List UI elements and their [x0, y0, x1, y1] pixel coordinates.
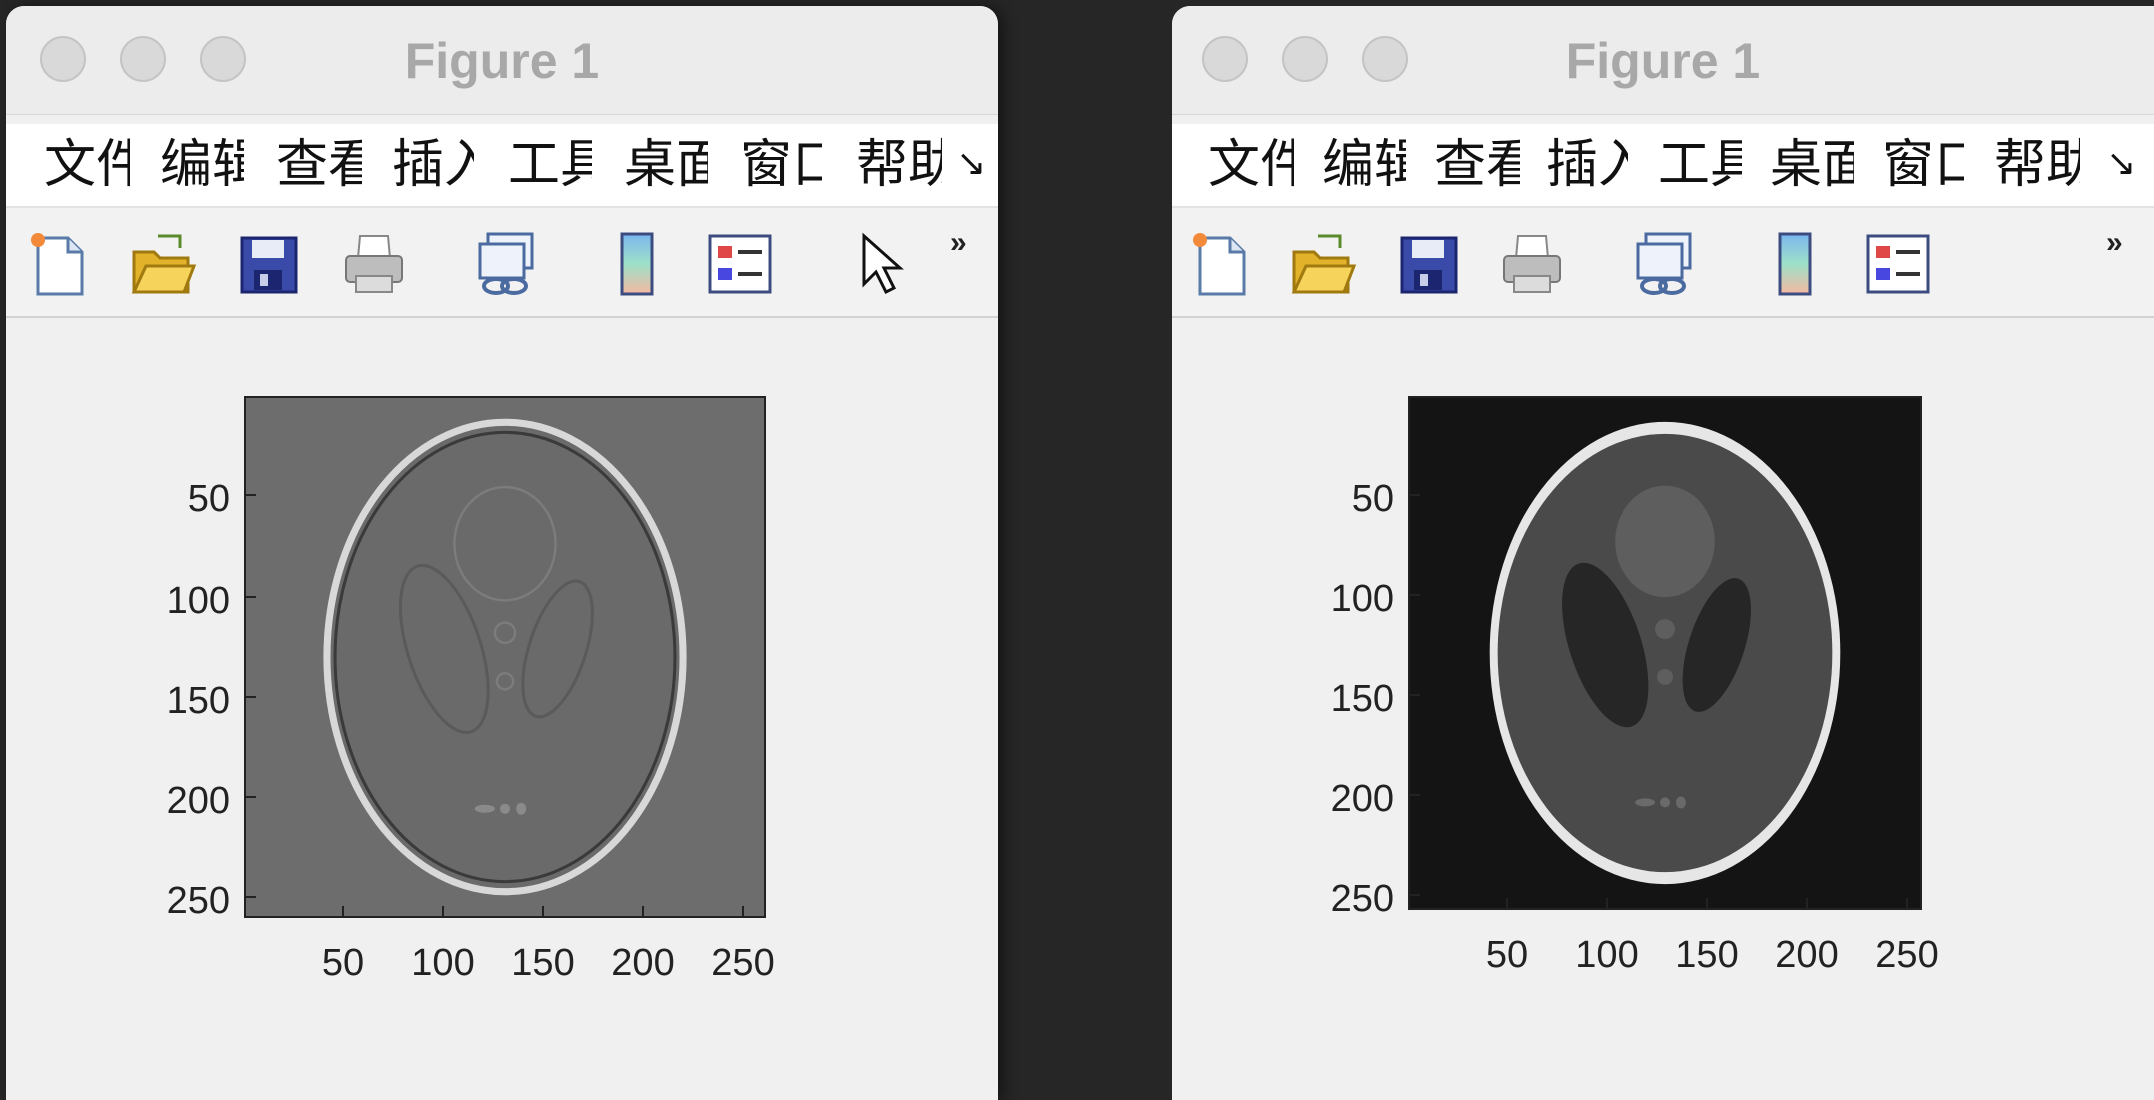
y-tick-mark	[244, 596, 256, 598]
y-tick-label: 50	[1351, 478, 1394, 520]
y-tick-label: 100	[1330, 578, 1394, 620]
image-plot-area[interactable]	[1408, 396, 1922, 910]
image-axes: 50 100 150 200 250 50 100 150 200 250	[6, 6, 998, 1100]
y-tick-label: 200	[1330, 778, 1394, 820]
y-tick-mark	[1408, 494, 1420, 496]
y-tick-mark	[244, 796, 256, 798]
x-tick-label: 100	[1575, 934, 1639, 976]
x-tick-label: 150	[1675, 934, 1739, 976]
figure-window-right: Figure 1 文件 编辑 查看 插入 工具 桌面 窗口 帮助 ↘ » 50 …	[1172, 6, 2154, 1100]
x-tick-label: 50	[1485, 934, 1529, 976]
y-tick-label: 150	[1330, 678, 1394, 720]
y-tick-label: 100	[166, 580, 230, 622]
x-tick-label: 100	[411, 942, 475, 984]
y-tick-mark	[244, 494, 256, 496]
y-tick-mark	[1408, 794, 1420, 796]
y-tick-label: 200	[166, 780, 230, 822]
y-tick-mark	[244, 696, 256, 698]
y-tick-mark	[1408, 694, 1420, 696]
x-tick-label: 50	[321, 942, 365, 984]
x-tick-mark	[542, 906, 544, 918]
y-tick-label: 150	[166, 680, 230, 722]
y-tick-label: 250	[1330, 878, 1394, 920]
image-axes: 50 100 150 200 250 50 100 150 200 250	[1172, 6, 2154, 1100]
y-tick-mark	[1408, 894, 1420, 896]
x-tick-mark	[1606, 898, 1608, 910]
phantom-image	[1410, 398, 1920, 908]
y-tick-label: 50	[187, 478, 230, 520]
x-tick-mark	[1506, 898, 1508, 910]
x-tick-label: 200	[1775, 934, 1839, 976]
x-tick-mark	[1906, 898, 1908, 910]
x-tick-label: 200	[611, 942, 675, 984]
y-tick-mark	[1408, 594, 1420, 596]
x-tick-mark	[642, 906, 644, 918]
y-tick-label: 250	[166, 880, 230, 922]
figure-window-left: Figure 1 文件 编辑 查看 插入 工具 桌面 窗口 帮助 ↘ » 50 …	[6, 6, 998, 1100]
x-tick-label: 250	[1875, 934, 1939, 976]
x-tick-mark	[442, 906, 444, 918]
image-plot-area[interactable]	[244, 396, 766, 918]
x-tick-label: 150	[511, 942, 575, 984]
filtered-phantom-image	[246, 398, 764, 916]
x-tick-mark	[742, 906, 744, 918]
x-tick-mark	[1706, 898, 1708, 910]
x-tick-label: 250	[711, 942, 775, 984]
x-tick-mark	[342, 906, 344, 918]
y-tick-mark	[244, 896, 256, 898]
x-tick-mark	[1806, 898, 1808, 910]
